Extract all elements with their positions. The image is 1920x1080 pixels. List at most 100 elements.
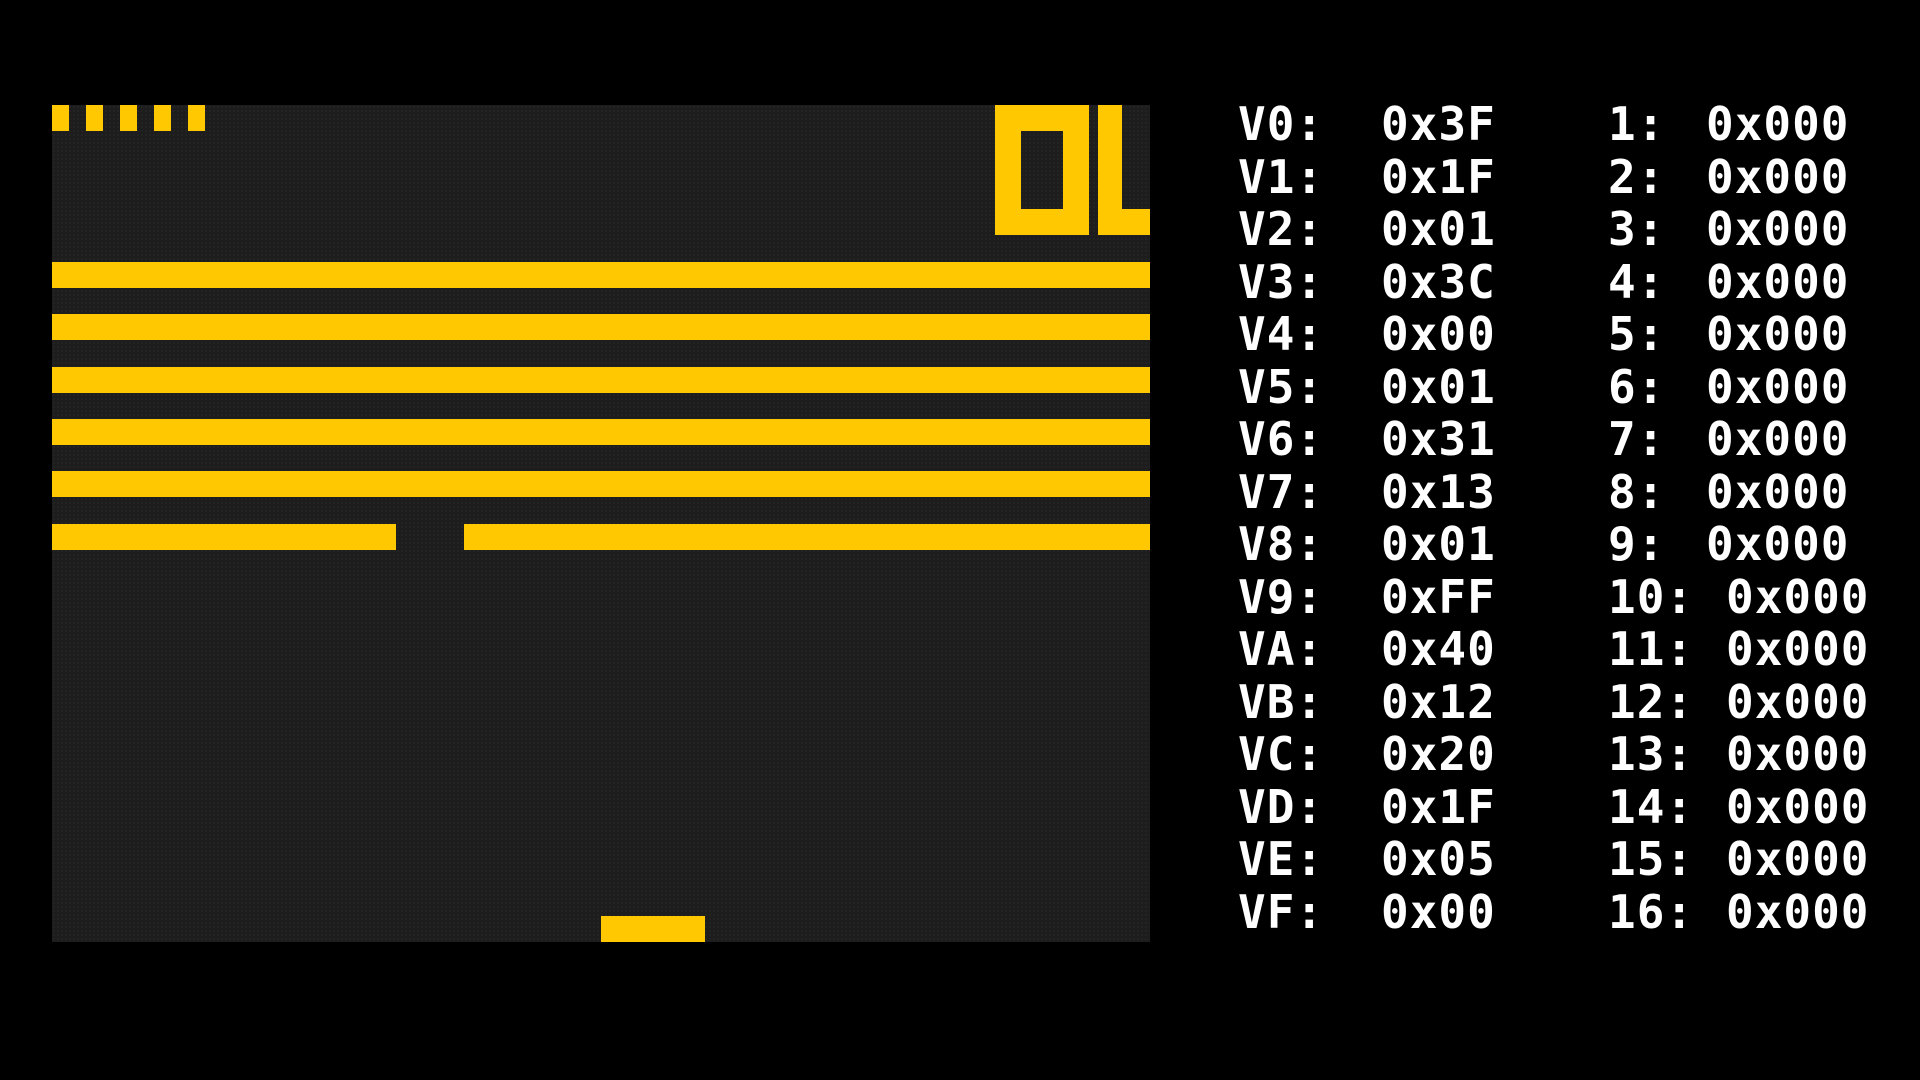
stack-row: 1: 0x000 xyxy=(1608,98,1898,150)
life-marker xyxy=(86,105,103,131)
stack-value: 0x000 xyxy=(1706,97,1850,151)
stack-value: 0x000 xyxy=(1726,779,1870,834)
stack-index: 7: xyxy=(1608,412,1666,466)
stack-value: 0x000 xyxy=(1706,149,1850,204)
register-value: 0x12 xyxy=(1381,674,1496,729)
register-name: VD: xyxy=(1238,779,1325,834)
stack-row: 8: 0x000 xyxy=(1608,466,1898,518)
register-name: V3: xyxy=(1238,254,1325,309)
stack-index: 16: xyxy=(1608,884,1695,939)
register-value: 0x01 xyxy=(1381,517,1496,571)
register-name: V2: xyxy=(1238,202,1325,256)
register-row: VD: 0x1F xyxy=(1238,781,1568,833)
register-value: 0x40 xyxy=(1381,622,1496,676)
register-value: 0x01 xyxy=(1381,359,1496,414)
register-name: V9: xyxy=(1238,569,1325,624)
stack-row: 2: 0x000 xyxy=(1608,151,1898,203)
stack-index: 10: xyxy=(1608,569,1695,624)
stack-index: 8: xyxy=(1608,464,1666,519)
stack-value: 0x000 xyxy=(1726,674,1870,729)
register-value: 0x13 xyxy=(1381,464,1496,519)
register-name: V1: xyxy=(1238,149,1325,204)
score-digit-1-stroke xyxy=(1098,105,1122,131)
brick-row-5 xyxy=(52,471,1150,497)
stack-index: 4: xyxy=(1608,254,1666,309)
brick-row-3 xyxy=(52,367,1150,393)
stack-value: 0x000 xyxy=(1706,359,1850,414)
stack-row: 14: 0x000 xyxy=(1608,781,1898,833)
stack-index: 15: xyxy=(1608,832,1695,886)
stack-value: 0x000 xyxy=(1706,307,1850,361)
register-row: VB: 0x12 xyxy=(1238,676,1568,728)
register-row: V7: 0x13 xyxy=(1238,466,1568,518)
register-row: V8: 0x01 xyxy=(1238,518,1568,570)
register-value: 0x05 xyxy=(1381,832,1496,886)
register-row: V6: 0x31 xyxy=(1238,413,1568,465)
register-name: VB: xyxy=(1238,674,1325,729)
register-value: 0x3F xyxy=(1381,97,1496,151)
register-row: V5: 0x01 xyxy=(1238,361,1568,413)
stack-row: 10: 0x000 xyxy=(1608,571,1898,623)
register-row: VE: 0x05 xyxy=(1238,833,1568,885)
stack-index: 11: xyxy=(1608,622,1695,676)
game-screen[interactable]: 01 xyxy=(52,105,1150,942)
brick-row-6-left xyxy=(52,524,396,550)
brick-row-6-right xyxy=(464,524,1150,550)
register-value: 0x00 xyxy=(1381,884,1496,939)
register-name: V4: xyxy=(1238,307,1325,361)
brick-row-2 xyxy=(52,314,1150,340)
score-digit-1-base xyxy=(1098,209,1150,235)
paddle[interactable] xyxy=(601,916,705,942)
register-name: VF: xyxy=(1238,884,1325,939)
register-value: 0x01 xyxy=(1381,202,1496,256)
score-digit-0-bottom xyxy=(995,209,1089,235)
register-name: VC: xyxy=(1238,727,1325,781)
stack-row: 3: 0x000 xyxy=(1608,203,1898,255)
register-panel: V0: 0x3F V1: 0x1F V2: 0x01 V3: 0x3C V4: 0x00 V5: 0x… xyxy=(1238,98,1898,948)
register-value: 0x3C xyxy=(1381,254,1496,309)
register-name: V5: xyxy=(1238,359,1325,414)
stack-index: 12: xyxy=(1608,674,1695,729)
stack-index: 13: xyxy=(1608,727,1695,781)
register-value: 0x31 xyxy=(1381,412,1496,466)
register-value: 0xFF xyxy=(1381,569,1496,624)
life-marker xyxy=(188,105,205,131)
life-marker xyxy=(120,105,137,131)
register-row: V1: 0x1F xyxy=(1238,151,1568,203)
stack-index: 3: xyxy=(1608,202,1666,256)
register-row: VF: 0x00 xyxy=(1238,886,1568,938)
stack-index: 14: xyxy=(1608,779,1695,834)
stack-index: 2: xyxy=(1608,149,1666,204)
stack-row: 5: 0x000 xyxy=(1608,308,1898,360)
life-marker xyxy=(52,105,69,131)
register-row: V2: 0x01 xyxy=(1238,203,1568,255)
stack-row: 12: 0x000 xyxy=(1608,676,1898,728)
register-value: 0x00 xyxy=(1381,307,1496,361)
stack-index: 9: xyxy=(1608,517,1666,571)
register-row: V0: 0x3F xyxy=(1238,98,1568,150)
stack-value: 0x000 xyxy=(1726,832,1870,886)
stack-index: 5: xyxy=(1608,307,1666,361)
register-name: V7: xyxy=(1238,464,1325,519)
register-row: V3: 0x3C xyxy=(1238,256,1568,308)
register-row: VA: 0x40 xyxy=(1238,623,1568,675)
stack-row: 6: 0x000 xyxy=(1608,361,1898,413)
register-name: V8: xyxy=(1238,517,1325,571)
register-value: 0x1F xyxy=(1381,779,1496,834)
stack-value: 0x000 xyxy=(1706,464,1850,519)
register-value: 0x1F xyxy=(1381,149,1496,204)
stack-index: 6: xyxy=(1608,359,1666,414)
register-row: V9: 0xFF xyxy=(1238,571,1568,623)
stack-row: 11: 0x000 xyxy=(1608,623,1898,675)
stack-row: 13: 0x000 xyxy=(1608,728,1898,780)
register-name: VA: xyxy=(1238,622,1325,676)
stack-value: 0x000 xyxy=(1726,727,1870,781)
stack-value: 0x000 xyxy=(1726,569,1870,624)
register-row: VC: 0x20 xyxy=(1238,728,1568,780)
stack-row: 15: 0x000 xyxy=(1608,833,1898,885)
stack-value: 0x000 xyxy=(1706,202,1850,256)
stack-index: 1: xyxy=(1608,97,1666,151)
stack-row: 16: 0x000 xyxy=(1608,886,1898,938)
stack-value: 0x000 xyxy=(1706,254,1850,309)
register-name: VE: xyxy=(1238,832,1325,886)
